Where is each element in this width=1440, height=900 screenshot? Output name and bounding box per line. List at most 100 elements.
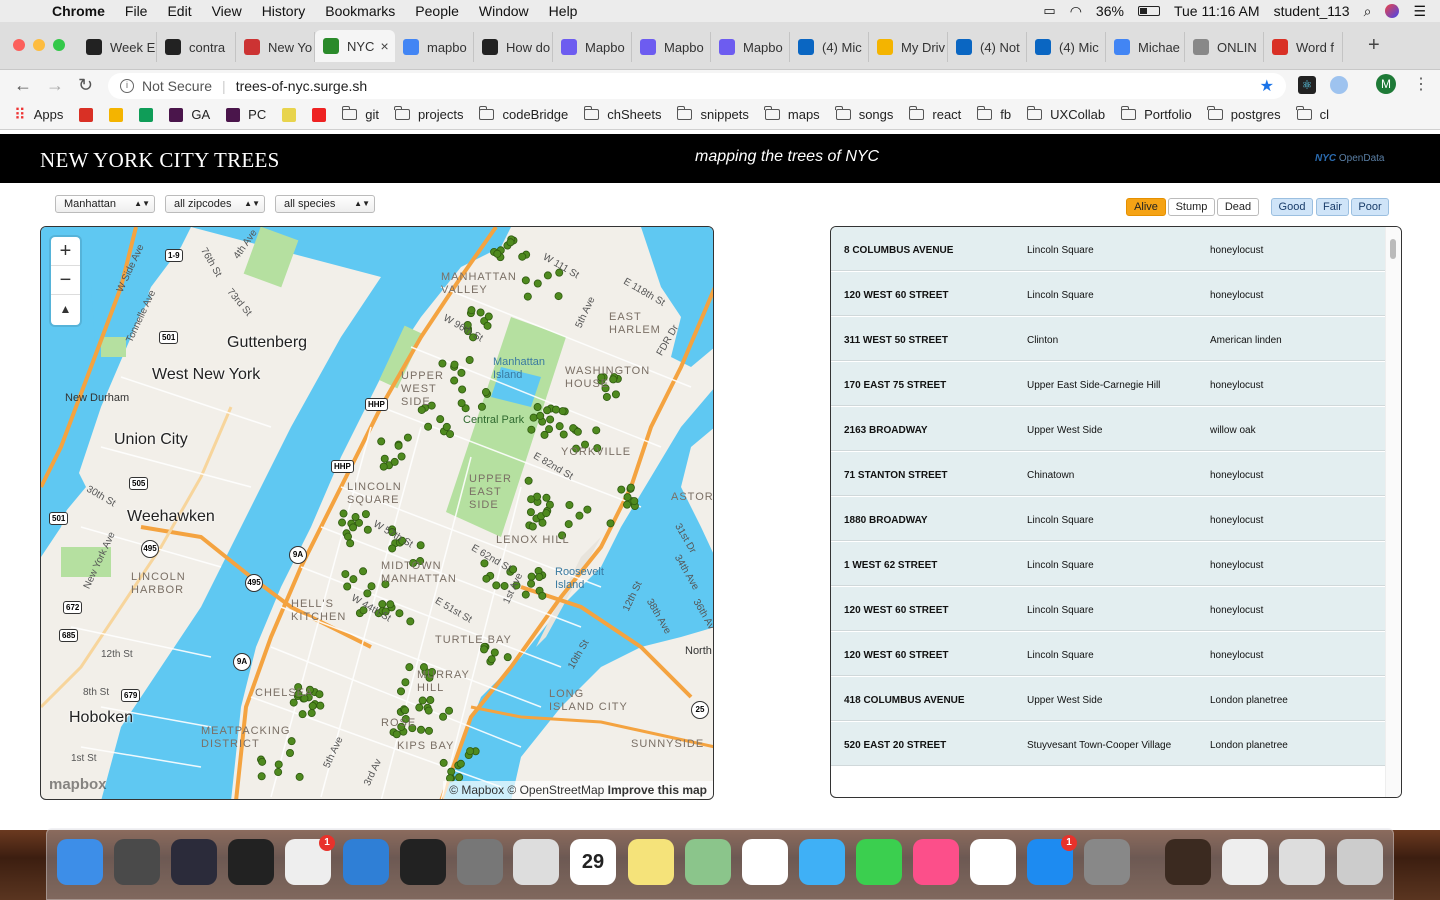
forward-button[interactable]: → [46, 75, 64, 96]
species-select[interactable]: all species ▲▼ [275, 195, 375, 213]
tree-marker-icon[interactable] [546, 415, 555, 424]
browser-tab[interactable]: My Driv [869, 32, 948, 62]
tree-marker-icon[interactable] [343, 582, 352, 591]
tree-list-row[interactable]: 120 WEST 60 STREET Lincoln Square honeyloc… [831, 272, 1387, 316]
tree-marker-icon[interactable] [339, 509, 348, 518]
browser-tab[interactable]: (4) Mic [790, 32, 869, 62]
tree-marker-icon[interactable] [465, 355, 474, 364]
tree-marker-icon[interactable] [257, 772, 266, 781]
tree-marker-icon[interactable] [386, 600, 395, 609]
tree-marker-icon[interactable] [592, 426, 601, 435]
tree-marker-icon[interactable] [480, 645, 489, 654]
bookmark-folder[interactable]: postgres [1207, 106, 1281, 122]
tree-marker-icon[interactable] [583, 505, 592, 514]
tree-list-row[interactable]: 520 EAST 20 STREET Stuyvesant Town-Cooper… [831, 722, 1387, 766]
zipcode-select[interactable]: all zipcodes ▲▼ [165, 195, 265, 213]
tree-marker-icon[interactable] [418, 696, 427, 705]
nyc-opendata-logo[interactable]: NYC OpenData [1315, 153, 1385, 164]
tree-marker-icon[interactable] [521, 590, 530, 599]
tree-marker-icon[interactable] [484, 312, 493, 321]
tree-marker-icon[interactable] [542, 509, 551, 518]
reload-button[interactable]: ↻ [78, 75, 93, 96]
tree-marker-icon[interactable] [401, 706, 410, 715]
tree-marker-icon[interactable] [521, 276, 530, 285]
attribution-text[interactable]: © Mapbox © OpenStreetMap [449, 783, 604, 797]
bookmark-slack[interactable]: GA [169, 107, 210, 122]
mapbox-logo[interactable]: mapbox [49, 776, 107, 793]
menu-app-name[interactable]: Chrome [52, 3, 105, 19]
condition-poor-button[interactable]: Poor [1351, 198, 1389, 216]
bookmark-slack[interactable]: PC [226, 107, 266, 122]
tree-marker-icon[interactable] [565, 501, 574, 510]
chrome-menu-icon[interactable]: ⋮ [1413, 74, 1429, 94]
downloads-stack-icon[interactable] [1279, 839, 1325, 885]
tab-close-icon[interactable]: × [380, 38, 388, 54]
siri-icon[interactable] [400, 839, 446, 885]
tree-marker-icon[interactable] [492, 581, 501, 590]
tree-marker-icon[interactable] [545, 500, 554, 509]
tree-marker-icon[interactable] [379, 462, 388, 471]
vscode-icon[interactable] [171, 839, 217, 885]
bookmark-folder[interactable]: Portfolio [1120, 106, 1192, 122]
tree-marker-icon[interactable] [538, 591, 547, 600]
tree-marker-icon[interactable] [559, 430, 568, 439]
tree-marker-icon[interactable] [351, 513, 360, 522]
tree-marker-icon[interactable] [450, 360, 459, 369]
tree-marker-icon[interactable] [540, 430, 549, 439]
maps-icon[interactable] [685, 839, 731, 885]
tree-marker-icon[interactable] [343, 532, 352, 541]
tree-marker-icon[interactable] [392, 730, 401, 739]
tree-marker-icon[interactable] [447, 767, 456, 776]
notes-icon[interactable] [628, 839, 674, 885]
tree-marker-icon[interactable] [623, 500, 632, 509]
finder-icon[interactable] [57, 839, 103, 885]
tree-marker-icon[interactable] [397, 687, 406, 696]
bookmark-folder[interactable]: UXCollab [1026, 106, 1105, 122]
back-button[interactable]: ← [14, 75, 32, 96]
menu-edit[interactable]: Edit [167, 3, 191, 19]
address-bar[interactable]: i Not Secure | trees-of-nyc.surge.sh ★ [108, 73, 1286, 99]
condition-fair-button[interactable]: Fair [1316, 198, 1349, 216]
tree-marker-icon[interactable] [308, 702, 317, 711]
menu-file[interactable]: File [125, 3, 148, 19]
browser-tab[interactable]: (4) Not [948, 32, 1027, 62]
tree-marker-icon[interactable] [535, 573, 544, 582]
bookmark-ejs[interactable] [282, 107, 297, 122]
status-stump-button[interactable]: Stump [1168, 198, 1215, 216]
browser-tab[interactable]: New Yo [236, 32, 315, 62]
tree-list-row[interactable]: 170 EAST 75 STREET Upper East Side-Carneg… [831, 362, 1387, 406]
browser-tab[interactable]: Mapbo [632, 32, 711, 62]
music-folder-icon[interactable] [1165, 839, 1211, 885]
tree-marker-icon[interactable] [542, 493, 551, 502]
tree-list-row[interactable]: 8 COLUMBUS AVENUE Lincoln Square honeylocu… [831, 227, 1387, 271]
browser-tab[interactable]: Mapbo [711, 32, 790, 62]
tree-marker-icon[interactable] [527, 425, 536, 434]
airplay-icon[interactable]: ▭ [1043, 3, 1055, 19]
bookmark-folder[interactable]: maps [764, 106, 820, 122]
messages-icon[interactable] [799, 839, 845, 885]
tree-marker-icon[interactable] [476, 308, 485, 317]
tree-marker-icon[interactable] [529, 413, 538, 422]
tree-marker-icon[interactable] [527, 579, 536, 588]
tree-marker-icon[interactable] [533, 279, 542, 288]
launchpad-icon[interactable] [457, 839, 503, 885]
bookmark-sheets[interactable] [139, 107, 154, 122]
tree-marker-icon[interactable] [467, 306, 476, 315]
tree-marker-icon[interactable] [316, 701, 325, 710]
tree-marker-icon[interactable] [394, 441, 403, 450]
tree-marker-icon[interactable] [543, 271, 552, 280]
tree-marker-icon[interactable] [438, 359, 447, 368]
tree-marker-icon[interactable] [436, 415, 445, 424]
bookmark-folder[interactable]: projects [394, 106, 463, 122]
tree-marker-icon[interactable] [573, 427, 582, 436]
tree-marker-icon[interactable] [543, 406, 552, 415]
tree-list-row[interactable]: 2163 BROADWAY Upper West Side willow oak [831, 407, 1387, 451]
tree-list-row[interactable]: 418 COLUMBUS AVENUE Upper West Side London… [831, 677, 1387, 721]
tree-marker-icon[interactable] [617, 485, 626, 494]
tree-marker-icon[interactable] [551, 405, 560, 414]
itunes-icon[interactable] [913, 839, 959, 885]
tableplus-icon[interactable] [343, 839, 389, 885]
menu-window[interactable]: Window [479, 3, 529, 19]
tree-marker-icon[interactable] [426, 696, 435, 705]
tree-map[interactable]: Guttenberg West New York New Durham Unio… [40, 226, 714, 800]
